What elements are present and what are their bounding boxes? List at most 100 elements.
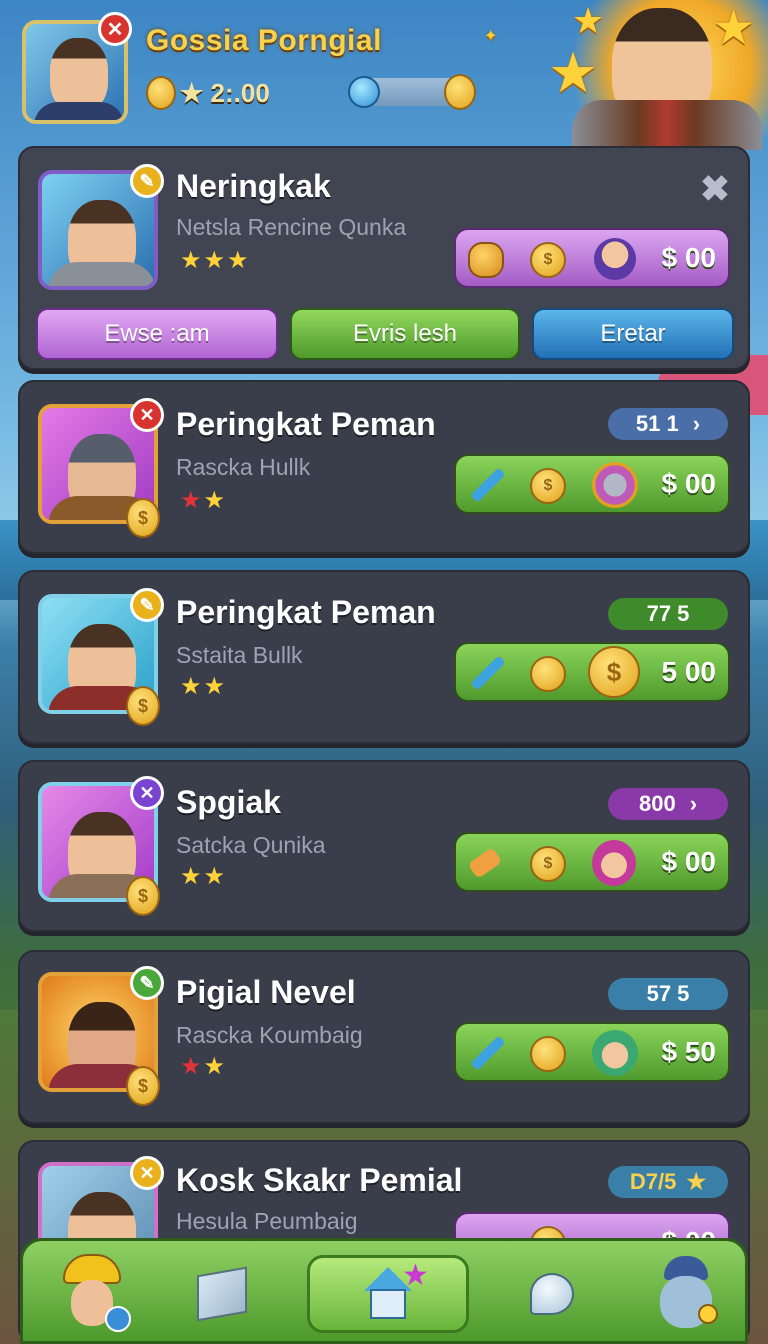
rating-stars: ★★ [180, 672, 227, 701]
map-icon [197, 1266, 247, 1322]
coin-icon: $ [126, 876, 160, 916]
star-icon: ★ [548, 41, 599, 104]
pencil-icon [470, 655, 506, 691]
price-label: $ 00 [661, 468, 717, 499]
big-coin-icon: $ [588, 646, 640, 698]
card-title: Peringkat Peman [176, 406, 436, 442]
level-tag[interactable]: 57 5 [608, 978, 728, 1010]
nav-profile-button[interactable] [49, 1251, 135, 1337]
nav-map-button[interactable] [179, 1251, 265, 1337]
price-label: $ 00 [661, 846, 717, 877]
edit-badge-icon[interactable]: ✎ [130, 164, 164, 198]
star-icon: ★ [203, 673, 228, 700]
coin-icon: $ [126, 686, 160, 726]
card-title: Spgiak [176, 784, 281, 820]
star-icon: ★ [227, 247, 251, 274]
star-icon: ★ [180, 1053, 204, 1080]
nav-chat-button[interactable] [509, 1251, 595, 1337]
top-bar: ✕ Gossia Porngial ★ 2:.00 ★ ★ ★ ✦ [0, 0, 768, 150]
chat-bubble-icon [530, 1273, 574, 1315]
star-icon: ★ [180, 247, 204, 274]
star-icon: ★ [402, 1259, 429, 1292]
profile-avatar-icon [57, 1254, 131, 1334]
star-icon: ★ [686, 1169, 707, 1194]
card-title: Neringkak [176, 168, 331, 204]
card-subtitle: Satcka Qunika [176, 832, 326, 858]
edit-badge-icon[interactable]: ✎ [130, 966, 164, 1000]
character-card[interactable]: ✎ $ Pigial Nevel Rascka Koumbaig ★★ 57 5… [18, 950, 750, 1124]
star-badge-icon [592, 462, 638, 508]
star-icon: ★ [203, 487, 228, 514]
buy-button[interactable]: $ 50 [454, 1022, 730, 1082]
gem-icon [348, 76, 380, 108]
close-badge-icon[interactable]: ✕ [130, 776, 164, 810]
buy-button[interactable]: $ $ 00 [454, 832, 730, 892]
avatar-close-icon[interactable]: ✕ [98, 12, 132, 46]
card-subtitle: Netsla Rencine Qunka [176, 214, 407, 240]
level-tag[interactable]: D7/5 ★ [608, 1166, 728, 1198]
coin-icon [530, 656, 566, 692]
card-title: Peringkat Peman [176, 594, 436, 630]
coin-icon: $ [126, 1066, 160, 1106]
coin-icon: $ [530, 242, 566, 278]
star-icon: ★ [712, 2, 756, 55]
coin-shop-icon[interactable] [444, 74, 476, 110]
coin-icon: $ [530, 468, 566, 504]
card-title: Pigial Nevel [176, 974, 356, 1010]
buy-button[interactable]: $ 5 00 [454, 642, 730, 702]
character-token-icon [594, 238, 636, 280]
level-value: 57 5 [646, 981, 690, 1006]
chevron-right-icon: › [692, 411, 701, 436]
coin-icon: $ [126, 498, 160, 538]
card-subtitle: Hesula Peumbaig [176, 1208, 358, 1234]
eraser-icon [467, 847, 503, 879]
card-subtitle: Rascka Hullk [176, 454, 311, 480]
close-badge-icon[interactable]: ✕ [130, 1156, 164, 1190]
character-card[interactable]: ✎ $ Peringkat Peman Sstaita Bullk ★★ 77 … [18, 570, 750, 744]
merchant-icon [654, 1256, 718, 1332]
edit-badge-icon[interactable]: ✎ [130, 588, 164, 622]
buy-button[interactable]: $ $ 00 [454, 228, 730, 288]
sparkle-icon: ✦ [484, 28, 498, 45]
rating-stars: ★★ [180, 862, 227, 891]
star-icon: ★ [180, 487, 204, 514]
bottom-nav: ★ [20, 1238, 748, 1344]
nav-home-button[interactable]: ★ [307, 1255, 469, 1333]
coin-icon: $ [530, 846, 566, 882]
character-token-icon [592, 840, 636, 886]
level-value: 800 [638, 791, 676, 816]
card-subtitle: Sstaita Bullk [176, 642, 303, 668]
action-button-1[interactable]: Ewse :am [36, 308, 278, 360]
character-card[interactable]: ✎ Neringkak Netsla Rencine Qunka ★★★ ✖ $… [18, 146, 750, 370]
close-icon[interactable]: ✖ [700, 168, 730, 210]
price-label: $ 50 [661, 1036, 717, 1067]
level-tag[interactable]: 77 5 [608, 598, 728, 630]
rating-stars: ★★ [180, 486, 227, 515]
chevron-right-icon: › [689, 791, 698, 816]
star-icon: ★ [203, 1053, 228, 1080]
coin-icon [530, 1036, 566, 1072]
star-icon: ★ [180, 673, 204, 700]
star-icon: ★ [572, 0, 605, 41]
close-badge-icon[interactable]: ✕ [130, 398, 164, 432]
character-card[interactable]: ✕ $ Spgiak Satcka Qunika ★★ 800 › $ $ 00 [18, 760, 750, 932]
coin-icon [146, 76, 176, 110]
level-value: 77 5 [646, 601, 690, 626]
level-value: 51 1 [635, 411, 679, 436]
card-subtitle: Rascka Koumbaig [176, 1022, 363, 1048]
action-button-3[interactable]: Eretar [532, 308, 734, 360]
pencil-icon [470, 1035, 506, 1071]
price-label: 5 00 [661, 656, 717, 687]
level-tag[interactable]: 51 1 › [608, 408, 728, 440]
buy-button[interactable]: $ $ 00 [454, 454, 730, 514]
star-icon: ★ [203, 247, 228, 274]
card-title: Kosk Skakr Pemial [176, 1162, 463, 1198]
rating-stars: ★★★ [180, 246, 251, 275]
character-card[interactable]: ✕ $ Peringkat Peman Rascka Hullk ★★ 51 1… [18, 380, 750, 554]
level-tag[interactable]: 800 › [608, 788, 728, 820]
price-label: $ 00 [661, 242, 717, 273]
level-value: D7/5 [629, 1169, 677, 1194]
action-button-2[interactable]: Evris lesh [290, 308, 520, 360]
nav-shop-button[interactable] [643, 1251, 729, 1337]
star-icon: ★ [180, 863, 204, 890]
